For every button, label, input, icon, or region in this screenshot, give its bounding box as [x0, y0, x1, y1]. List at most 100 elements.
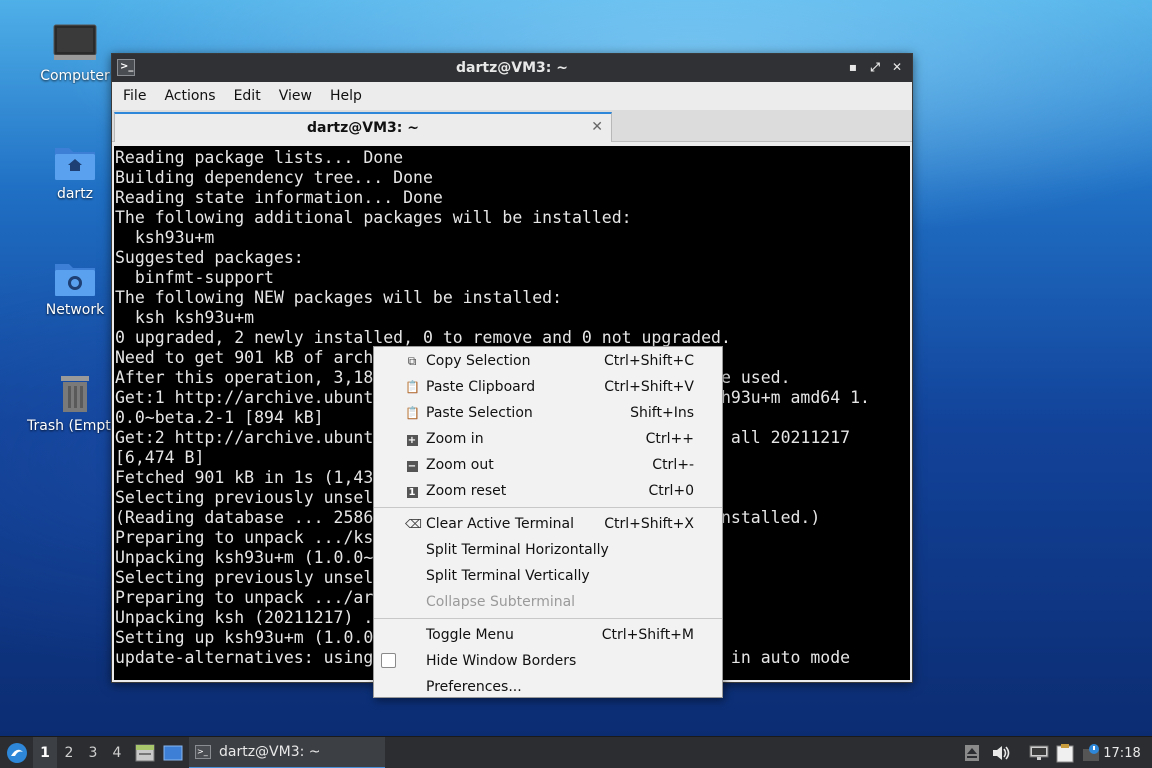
clock[interactable]: 17:18	[1100, 737, 1144, 768]
terminal-icon: >_	[195, 745, 211, 759]
desktop-icon-label: Trash (Empty)	[27, 418, 123, 434]
show-desktop-button[interactable]	[161, 737, 185, 768]
desktop-icon-label: Computer	[40, 68, 110, 84]
tray-volume[interactable]	[990, 737, 1012, 768]
close-button[interactable]: ✕	[888, 58, 906, 76]
desktop-icon-trash[interactable]: Trash (Empty)	[27, 374, 123, 434]
menu-item-toggle-menu[interactable]: Toggle Menu Ctrl+Shift+M	[374, 622, 722, 648]
menu-item-label: Zoom in	[426, 431, 484, 447]
menu-edit[interactable]: Edit	[227, 88, 268, 104]
desktop-icon-label: dartz	[56, 186, 94, 202]
desktop-icon-network[interactable]: Network	[27, 258, 123, 318]
menu-item-shortcut: Ctrl+Shift+X	[604, 516, 694, 532]
menu-item-label: Paste Selection	[426, 405, 533, 421]
menu-item-shortcut: Ctrl+-	[652, 457, 694, 473]
menu-separator	[374, 618, 722, 619]
taskbar: 1 2 3 4 >_ dartz@VM3: ~ 17:18	[0, 736, 1152, 768]
tab-label: dartz@VM3: ~	[307, 120, 419, 136]
menu-item-label: Toggle Menu	[426, 627, 514, 643]
terminal-tab[interactable]: dartz@VM3: ~ ✕	[114, 112, 612, 142]
menu-item-label: Hide Window Borders	[426, 653, 577, 669]
start-menu-button[interactable]	[4, 737, 30, 768]
workspace-3[interactable]: 3	[81, 737, 105, 768]
window-controls: ▪ ⤢ ✕	[844, 58, 906, 76]
menu-item-label: Copy Selection	[426, 353, 531, 369]
taskbar-task-terminal[interactable]: >_ dartz@VM3: ~	[189, 737, 385, 768]
tray-updates[interactable]	[962, 737, 982, 768]
clipboard-icon	[1056, 744, 1074, 763]
menu-help[interactable]: Help	[323, 88, 369, 104]
maximize-button[interactable]: ⤢	[866, 58, 884, 76]
tab-close-icon[interactable]: ✕	[591, 119, 603, 135]
terminal-line: Reading package lists... Done	[115, 148, 404, 167]
tray-notifications[interactable]	[1080, 737, 1102, 768]
notification-icon	[1083, 744, 1099, 761]
menu-item-clear-active-terminal[interactable]: ⌫ Clear Active Terminal Ctrl+Shift+X	[374, 511, 722, 537]
menu-item-shortcut: Ctrl+0	[648, 483, 694, 499]
menu-item-collapse-subterminal: Collapse Subterminal	[374, 589, 722, 615]
hide-borders-checkbox[interactable]	[381, 653, 396, 668]
tray-network[interactable]	[1028, 737, 1050, 768]
menu-item-paste-clipboard[interactable]: 📋 Paste Clipboard Ctrl+Shift+V	[374, 374, 722, 400]
menu-file[interactable]: File	[116, 88, 153, 104]
menu-item-label: Split Terminal Vertically	[426, 568, 590, 584]
menu-item-shortcut: Ctrl+Shift+V	[604, 379, 694, 395]
terminal-line: Building dependency tree... Done	[115, 168, 433, 187]
menu-item-hide-window-borders[interactable]: Hide Window Borders	[374, 648, 722, 674]
paste-icon: 📋	[405, 380, 420, 394]
menu-item-zoom-in[interactable]: + Zoom in Ctrl++	[374, 426, 722, 452]
terminal-line: ksh93u+m	[115, 228, 215, 247]
terminal-line: Suggested packages:	[115, 248, 304, 267]
file-manager-launcher[interactable]	[133, 737, 157, 768]
network-folder-icon	[55, 264, 95, 296]
desktop-icon	[163, 745, 183, 761]
menu-item-split-horizontally[interactable]: Split Terminal Horizontally	[374, 537, 722, 563]
menu-item-zoom-reset[interactable]: 1 Zoom reset Ctrl+0	[374, 478, 722, 504]
file-manager-icon	[135, 744, 155, 762]
terminal-context-menu: ⧉ Copy Selection Ctrl+Shift+C 📋 Paste Cl…	[373, 346, 723, 698]
terminal-app-icon[interactable]: >_	[117, 59, 135, 76]
terminal-line: binfmt-support	[115, 268, 274, 287]
desktop-icon-home[interactable]: dartz	[27, 142, 123, 202]
menu-item-label: Clear Active Terminal	[426, 516, 574, 532]
minimize-button[interactable]: ▪	[844, 58, 862, 76]
network-icon	[1029, 745, 1049, 760]
lubuntu-logo-icon	[7, 743, 27, 763]
zoom-in-icon: +	[406, 435, 418, 446]
terminal-line: 0 upgraded, 2 newly installed, 0 to remo…	[115, 328, 731, 347]
menu-item-split-vertically[interactable]: Split Terminal Vertically	[374, 563, 722, 589]
menu-item-paste-selection[interactable]: 📋 Paste Selection Shift+Ins	[374, 400, 722, 426]
terminal-line: ksh ksh93u+m	[115, 308, 255, 327]
trash-icon	[61, 376, 89, 412]
menu-item-label: Preferences...	[426, 679, 522, 695]
menu-item-preferences[interactable]: Preferences...	[374, 674, 722, 700]
workspace-2[interactable]: 2	[57, 737, 81, 768]
menu-item-copy-selection[interactable]: ⧉ Copy Selection Ctrl+Shift+C	[374, 348, 722, 374]
terminal-line: Reading state information... Done	[115, 188, 443, 207]
eject-icon	[965, 745, 979, 761]
menu-item-label: Collapse Subterminal	[426, 594, 576, 610]
menu-item-zoom-out[interactable]: − Zoom out Ctrl+-	[374, 452, 722, 478]
terminal-line: The following additional packages will b…	[115, 208, 632, 227]
tray-clipboard[interactable]	[1054, 737, 1076, 768]
clear-icon: ⌫	[405, 517, 422, 531]
menu-view[interactable]: View	[272, 88, 319, 104]
menu-item-shortcut: Shift+Ins	[630, 405, 694, 421]
workspace-1[interactable]: 1	[33, 737, 57, 768]
menu-item-label: Zoom out	[426, 457, 494, 473]
menu-item-shortcut: Ctrl+Shift+M	[601, 627, 694, 643]
tab-bar: dartz@VM3: ~ ✕	[112, 110, 912, 142]
desktop-icon-label: Network	[45, 302, 105, 318]
menu-item-label: Paste Clipboard	[426, 379, 536, 395]
menubar: File Actions Edit View Help	[112, 82, 912, 110]
workspace-4[interactable]: 4	[105, 737, 129, 768]
copy-icon: ⧉	[407, 354, 417, 368]
menu-item-label: Split Terminal Horizontally	[426, 542, 609, 558]
terminal-line: The following NEW packages will be insta…	[115, 288, 563, 307]
home-folder-icon	[55, 148, 95, 180]
window-titlebar[interactable]: >_ dartz@VM3: ~ ▪ ⤢ ✕	[112, 54, 912, 82]
task-label: dartz@VM3: ~	[219, 744, 321, 760]
desktop-icon-computer[interactable]: Computer	[27, 24, 123, 84]
menu-item-label: Zoom reset	[426, 483, 507, 499]
menu-actions[interactable]: Actions	[157, 88, 222, 104]
